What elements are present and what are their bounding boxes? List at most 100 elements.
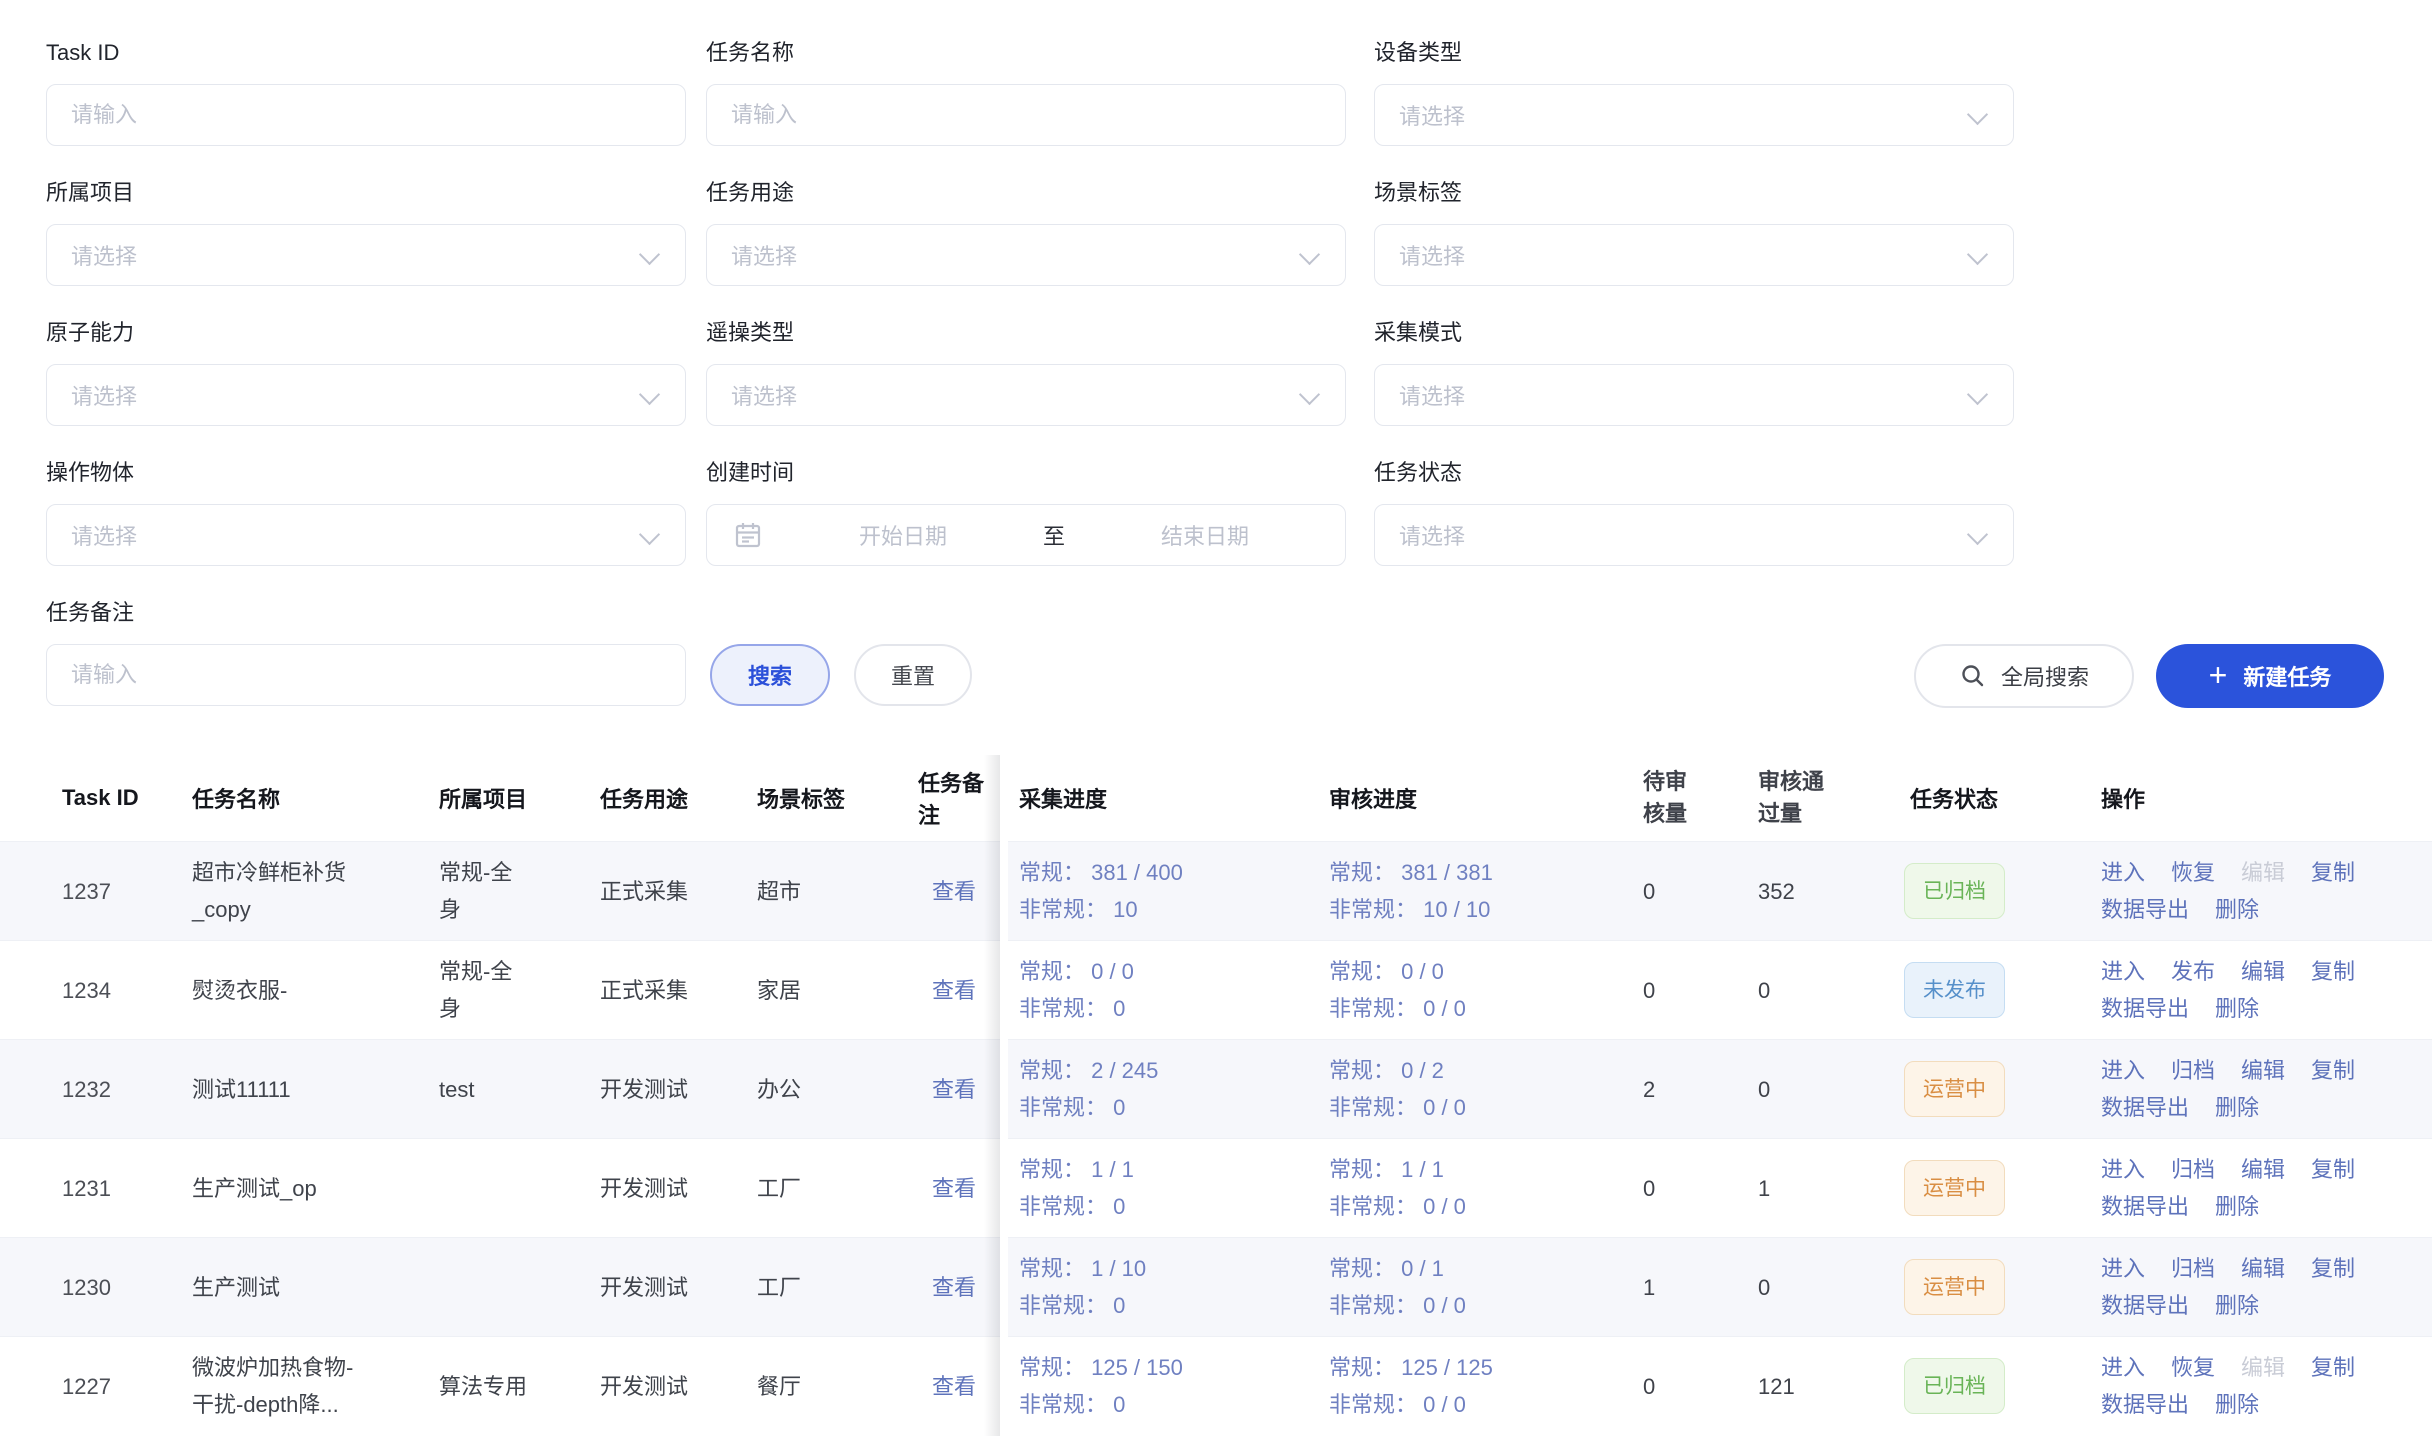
select-placeholder: 请选择 [731, 379, 797, 411]
purpose-select[interactable]: 请选择 [706, 224, 1346, 286]
table-row: 常规： 0 / 0非常规： 0常规： 0 / 0非常规： 0 / 000未发布进… [1008, 940, 2432, 1039]
scene-tag-select[interactable]: 请选择 [1374, 224, 2014, 286]
select-placeholder: 请选择 [1399, 239, 1465, 271]
cell-task-name: 生产测试_op [192, 1170, 439, 1207]
cell-review-progress: 常规： 125 / 125非常规： 0 / 0 [1329, 1349, 1635, 1423]
cell-actions: 进入归档编辑复制数据导出删除 [2101, 1151, 2432, 1225]
cell-task-id: 1237 [62, 873, 192, 910]
view-remark-link[interactable]: 查看 [932, 1275, 976, 1300]
view-remark-link[interactable]: 查看 [932, 879, 976, 904]
task-name-input[interactable] [706, 84, 1346, 146]
create-time-range-picker[interactable]: 开始日期 至 结束日期 [706, 504, 1346, 566]
action-restore-link[interactable]: 恢复 [2171, 854, 2215, 891]
cell-project: 常规-全 身 [439, 854, 600, 928]
action-delete-link[interactable]: 删除 [2215, 990, 2259, 1027]
action-copy-link[interactable]: 复制 [2311, 854, 2355, 891]
action-archive-link[interactable]: 归档 [2171, 1151, 2215, 1188]
header-project: 所属项目 [439, 782, 600, 814]
action-edit-link[interactable]: 编辑 [2241, 953, 2285, 990]
cell-purpose: 正式采集 [600, 972, 757, 1009]
view-remark-link[interactable]: 查看 [932, 978, 976, 1003]
search-button[interactable]: 搜索 [710, 644, 830, 706]
cell-actions: 进入恢复编辑复制数据导出删除 [2101, 1349, 2432, 1423]
action-export-link[interactable]: 数据导出 [2101, 1188, 2189, 1225]
view-remark-link[interactable]: 查看 [932, 1374, 976, 1399]
start-date-placeholder[interactable]: 开始日期 [763, 519, 1043, 551]
action-export-link[interactable]: 数据导出 [2101, 891, 2189, 928]
action-copy-link[interactable]: 复制 [2311, 1151, 2355, 1188]
view-remark-link[interactable]: 查看 [932, 1077, 976, 1102]
target-object-label: 操作物体 [46, 458, 686, 488]
action-archive-link[interactable]: 归档 [2171, 1250, 2215, 1287]
action-enter-link[interactable]: 进入 [2101, 1052, 2145, 1089]
view-remark-link[interactable]: 查看 [932, 1176, 976, 1201]
action-edit-link: 编辑 [2241, 1349, 2285, 1386]
task-status-select[interactable]: 请选择 [1374, 504, 2014, 566]
task-remark-input[interactable] [46, 644, 686, 706]
reset-button[interactable]: 重置 [854, 644, 972, 706]
field-purpose: 任务用途 请选择 [706, 178, 1346, 286]
table-scroll-pane[interactable]: 采集进度 审核进度 待审 核量 审核通 过量 任务状态 操作 常规： 381 /… [1008, 755, 2432, 1436]
cell-approved-count: 0 [1750, 972, 1910, 1009]
cell-remark: 查看 [918, 873, 1000, 910]
chevron-down-icon [1967, 524, 1988, 545]
action-delete-link[interactable]: 删除 [2215, 1089, 2259, 1126]
header-task-name: 任务名称 [192, 782, 439, 814]
cell-purpose: 开发测试 [600, 1368, 757, 1405]
action-delete-link[interactable]: 删除 [2215, 1287, 2259, 1324]
action-enter-link[interactable]: 进入 [2101, 1349, 2145, 1386]
cell-pending-count: 0 [1635, 1170, 1750, 1207]
action-copy-link[interactable]: 复制 [2311, 1349, 2355, 1386]
project-label: 所属项目 [46, 178, 686, 208]
action-delete-link[interactable]: 删除 [2215, 891, 2259, 928]
action-delete-link[interactable]: 删除 [2215, 1188, 2259, 1225]
action-archive-link[interactable]: 归档 [2171, 1052, 2215, 1089]
purpose-label: 任务用途 [706, 178, 1346, 208]
action-export-link[interactable]: 数据导出 [2101, 1089, 2189, 1126]
action-copy-link[interactable]: 复制 [2311, 1052, 2355, 1089]
action-export-link[interactable]: 数据导出 [2101, 1386, 2189, 1423]
action-edit-link[interactable]: 编辑 [2241, 1250, 2285, 1287]
cell-task-name: 熨烫衣服- [192, 972, 439, 1009]
atomic-ability-select[interactable]: 请选择 [46, 364, 686, 426]
action-enter-link[interactable]: 进入 [2101, 953, 2145, 990]
global-search-button[interactable]: 全局搜索 [1914, 644, 2134, 708]
action-publish-link[interactable]: 发布 [2171, 953, 2215, 990]
end-date-placeholder[interactable]: 结束日期 [1065, 519, 1345, 551]
action-edit-link[interactable]: 编辑 [2241, 1052, 2285, 1089]
action-restore-link[interactable]: 恢复 [2171, 1349, 2215, 1386]
new-task-button[interactable]: + 新建任务 [2156, 644, 2384, 708]
collect-mode-select[interactable]: 请选择 [1374, 364, 2014, 426]
action-copy-link[interactable]: 复制 [2311, 1250, 2355, 1287]
cell-project: test [439, 1071, 600, 1108]
header-review-progress: 审核进度 [1329, 782, 1635, 814]
action-edit-link[interactable]: 编辑 [2241, 1151, 2285, 1188]
action-enter-link[interactable]: 进入 [2101, 854, 2145, 891]
action-export-link[interactable]: 数据导出 [2101, 990, 2189, 1027]
action-copy-link[interactable]: 复制 [2311, 953, 2355, 990]
select-placeholder: 请选择 [1399, 99, 1465, 131]
target-object-select[interactable]: 请选择 [46, 504, 686, 566]
field-atomic-ability: 原子能力 请选择 [46, 318, 686, 426]
cell-collect-progress: 常规： 0 / 0非常规： 0 [1019, 953, 1329, 1027]
task-id-input[interactable] [46, 84, 686, 146]
cell-pending-count: 0 [1635, 1368, 1750, 1405]
action-enter-link[interactable]: 进入 [2101, 1250, 2145, 1287]
select-placeholder: 请选择 [71, 519, 137, 551]
table-header-right: 采集进度 审核进度 待审 核量 审核通 过量 任务状态 操作 [1008, 755, 2432, 841]
cell-actions: 进入归档编辑复制数据导出删除 [2101, 1250, 2432, 1324]
cell-approved-count: 0 [1750, 1071, 1910, 1108]
task-table: 采集进度 审核进度 待审 核量 审核通 过量 任务状态 操作 常规： 381 /… [0, 755, 2432, 1436]
cell-remark: 查看 [918, 1170, 1000, 1207]
action-enter-link[interactable]: 进入 [2101, 1151, 2145, 1188]
field-target-object: 操作物体 请选择 [46, 458, 686, 566]
teleop-type-select[interactable]: 请选择 [706, 364, 1346, 426]
project-select[interactable]: 请选择 [46, 224, 686, 286]
action-delete-link[interactable]: 删除 [2215, 1386, 2259, 1423]
table-row: 常规： 1 / 1非常规： 0常规： 1 / 1非常规： 0 / 001运营中进… [1008, 1138, 2432, 1237]
action-export-link[interactable]: 数据导出 [2101, 1287, 2189, 1324]
cell-scene-tag: 工厂 [757, 1170, 918, 1207]
atomic-ability-label: 原子能力 [46, 318, 686, 348]
table-row: 1230生产测试开发测试工厂查看 [0, 1237, 1000, 1336]
device-type-select[interactable]: 请选择 [1374, 84, 2014, 146]
